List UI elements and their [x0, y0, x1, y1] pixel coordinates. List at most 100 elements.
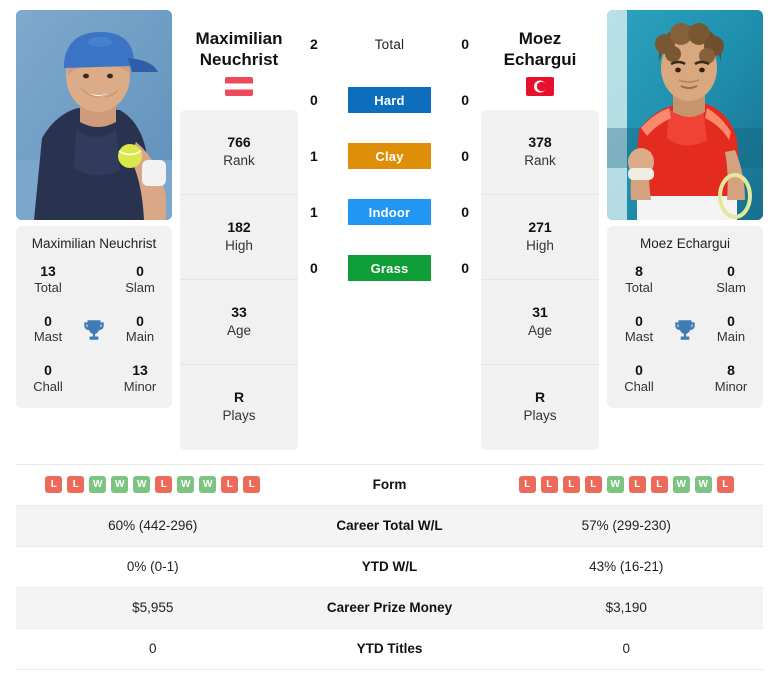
right-title-mast: 0 Mast — [613, 313, 665, 347]
right-title-main-label: Main — [716, 329, 746, 345]
left-title-total-label: Total — [34, 279, 62, 295]
right-stat-high: 271 High — [481, 195, 599, 280]
form-badge-loss: L — [584, 476, 602, 493]
right-title-chall: 0 Chall — [613, 362, 665, 396]
h2h-indoor-left-value: 1 — [310, 204, 318, 220]
form-badge-loss: L — [628, 476, 646, 493]
h2h-clay-badge[interactable]: Clay — [348, 143, 431, 169]
right-title-slam-value: 0 — [727, 263, 735, 279]
h2h-row-hard: 0 Hard 0 — [306, 72, 473, 128]
trophy-icon-glyph — [84, 319, 104, 340]
right-stat-age: 31 Age — [481, 280, 599, 365]
player-comparison-page: Maximilian Neuchrist 13 Total 0 Slam 0 M… — [0, 0, 779, 699]
h2h-grass-badge[interactable]: Grass — [348, 255, 431, 281]
left-title-main: 0 Main — [114, 313, 166, 347]
tunisia-flag-icon — [526, 76, 554, 96]
right-form-badges: LLLLWLLWWL — [490, 476, 764, 493]
left-stat-rank: 766 Rank — [180, 110, 298, 195]
h2h-clay-left-value: 1 — [310, 148, 318, 164]
table-row-career-wl: 60% (442-296) Career Total W/L 57% (299-… — [16, 505, 763, 547]
comparison-header: Maximilian Neuchrist 13 Total 0 Slam 0 M… — [0, 0, 779, 450]
right-stat-plays: R Plays — [481, 365, 599, 450]
right-title-minor-value: 8 — [727, 362, 735, 379]
trophy-icon — [74, 317, 114, 343]
right-title-main: 0 Main — [705, 313, 757, 347]
left-stat-high-label: High — [225, 237, 253, 253]
left-title-chall-label: Chall — [33, 379, 63, 395]
left-title-chall: 0 Chall — [22, 362, 74, 396]
form-badge-loss: L — [518, 476, 536, 493]
right-title-total: 8 Total — [613, 263, 665, 297]
left-stat-high-value: 182 — [227, 218, 251, 235]
form-badge-win: W — [177, 476, 195, 493]
left-title-minor: 13 Minor — [114, 362, 166, 396]
right-player-heading: Moez Echargui — [481, 10, 599, 96]
left-form-badges: LLWWWLWWLL — [16, 476, 290, 493]
right-title-main-value: 0 — [727, 312, 735, 329]
left-stat-age-value: 33 — [231, 303, 247, 320]
comparison-stats-table: LLWWWLWWLL Form LLLLWLLWWL 60% (442-296)… — [16, 463, 764, 670]
right-stat-rank-label: Rank — [524, 152, 556, 168]
left-career-total-wl: 60% (442-296) — [108, 518, 198, 533]
right-title-minor-label: Minor — [714, 379, 748, 395]
right-stat-rank-value: 378 — [528, 133, 552, 150]
right-player-photo[interactable] — [607, 10, 763, 220]
left-stat-column: Maximilian Neuchrist 766 Rank 182 High 3… — [180, 10, 298, 450]
left-player-last-name: Neuchrist — [199, 50, 279, 70]
left-stat-age: 33 Age — [180, 280, 298, 365]
right-stat-age-value: 31 — [532, 303, 548, 320]
form-badge-win: W — [672, 476, 690, 493]
right-stat-high-value: 271 — [528, 218, 552, 235]
form-badge-loss: L — [540, 476, 558, 493]
left-stat-rank-label: Rank — [223, 152, 255, 168]
h2h-grass-left-value: 0 — [310, 260, 318, 276]
trophy-icon-glyph — [675, 319, 695, 340]
form-badge-win: W — [694, 476, 712, 493]
form-badge-win: W — [89, 476, 107, 493]
form-badge-loss: L — [155, 476, 173, 493]
left-title-mast-label: Mast — [33, 329, 63, 345]
form-badge-loss: L — [45, 476, 63, 493]
right-career-total-wl: 57% (299-230) — [581, 518, 671, 533]
left-title-mast-value: 0 — [44, 312, 52, 329]
right-stat-age-label: Age — [527, 322, 553, 338]
h2h-row-clay: 1 Clay 0 — [306, 128, 473, 184]
table-row-ytd-titles: 0 YTD Titles 0 — [16, 628, 763, 670]
form-badge-win: W — [199, 476, 217, 493]
left-title-total-value: 13 — [40, 263, 56, 279]
right-player-column: Moez Echargui 8 Total 0 Slam 0 Mast 0 Ma… — [607, 10, 763, 409]
h2h-hard-badge[interactable]: Hard — [348, 87, 431, 113]
left-career-prize-money: $5,955 — [132, 600, 174, 615]
left-title-slam-value: 0 — [136, 263, 144, 279]
right-stat-plays-value: R — [534, 389, 546, 406]
right-title-mast-label: Mast — [624, 329, 654, 345]
form-badge-loss: L — [243, 476, 261, 493]
left-ytd-wl: 0% (0-1) — [126, 559, 179, 574]
h2h-clay-right-value: 0 — [461, 148, 469, 164]
left-stat-rank-value: 766 — [227, 133, 251, 150]
table-row-form-label: Form — [372, 477, 407, 492]
table-row-ytd-wl: 0% (0-1) YTD W/L 43% (16-21) — [16, 546, 763, 588]
left-player-photo[interactable] — [16, 10, 172, 220]
left-ytd-titles: 0 — [148, 641, 157, 656]
right-title-chall-value: 0 — [635, 362, 643, 379]
form-badge-win: W — [606, 476, 624, 493]
table-row-prize-money-label: Career Prize Money — [326, 600, 453, 615]
left-stat-box: 766 Rank 182 High 33 Age R Plays — [180, 109, 298, 450]
left-player-photo-image — [16, 10, 172, 220]
left-title-mast: 0 Mast — [22, 313, 74, 347]
left-title-main-label: Main — [125, 329, 155, 345]
table-row-career-wl-label: Career Total W/L — [336, 518, 443, 533]
right-player-last-name: Echargui — [503, 50, 577, 70]
h2h-indoor-badge[interactable]: Indoor — [348, 199, 431, 225]
h2h-total-right-value: 0 — [461, 36, 469, 52]
right-title-total-label: Total — [625, 279, 653, 295]
left-title-minor-label: Minor — [123, 379, 157, 395]
left-stat-high: 182 High — [180, 195, 298, 280]
right-ytd-wl: 43% (16-21) — [589, 559, 664, 574]
right-player-titles-card: Moez Echargui 8 Total 0 Slam 0 Mast 0 Ma… — [607, 226, 763, 409]
left-title-minor-value: 13 — [132, 362, 148, 379]
form-badge-loss: L — [650, 476, 668, 493]
form-badge-win: W — [111, 476, 129, 493]
right-titles-grid: 8 Total 0 Slam 0 Mast 0 Main 0 Chall 8 M… — [613, 263, 757, 396]
